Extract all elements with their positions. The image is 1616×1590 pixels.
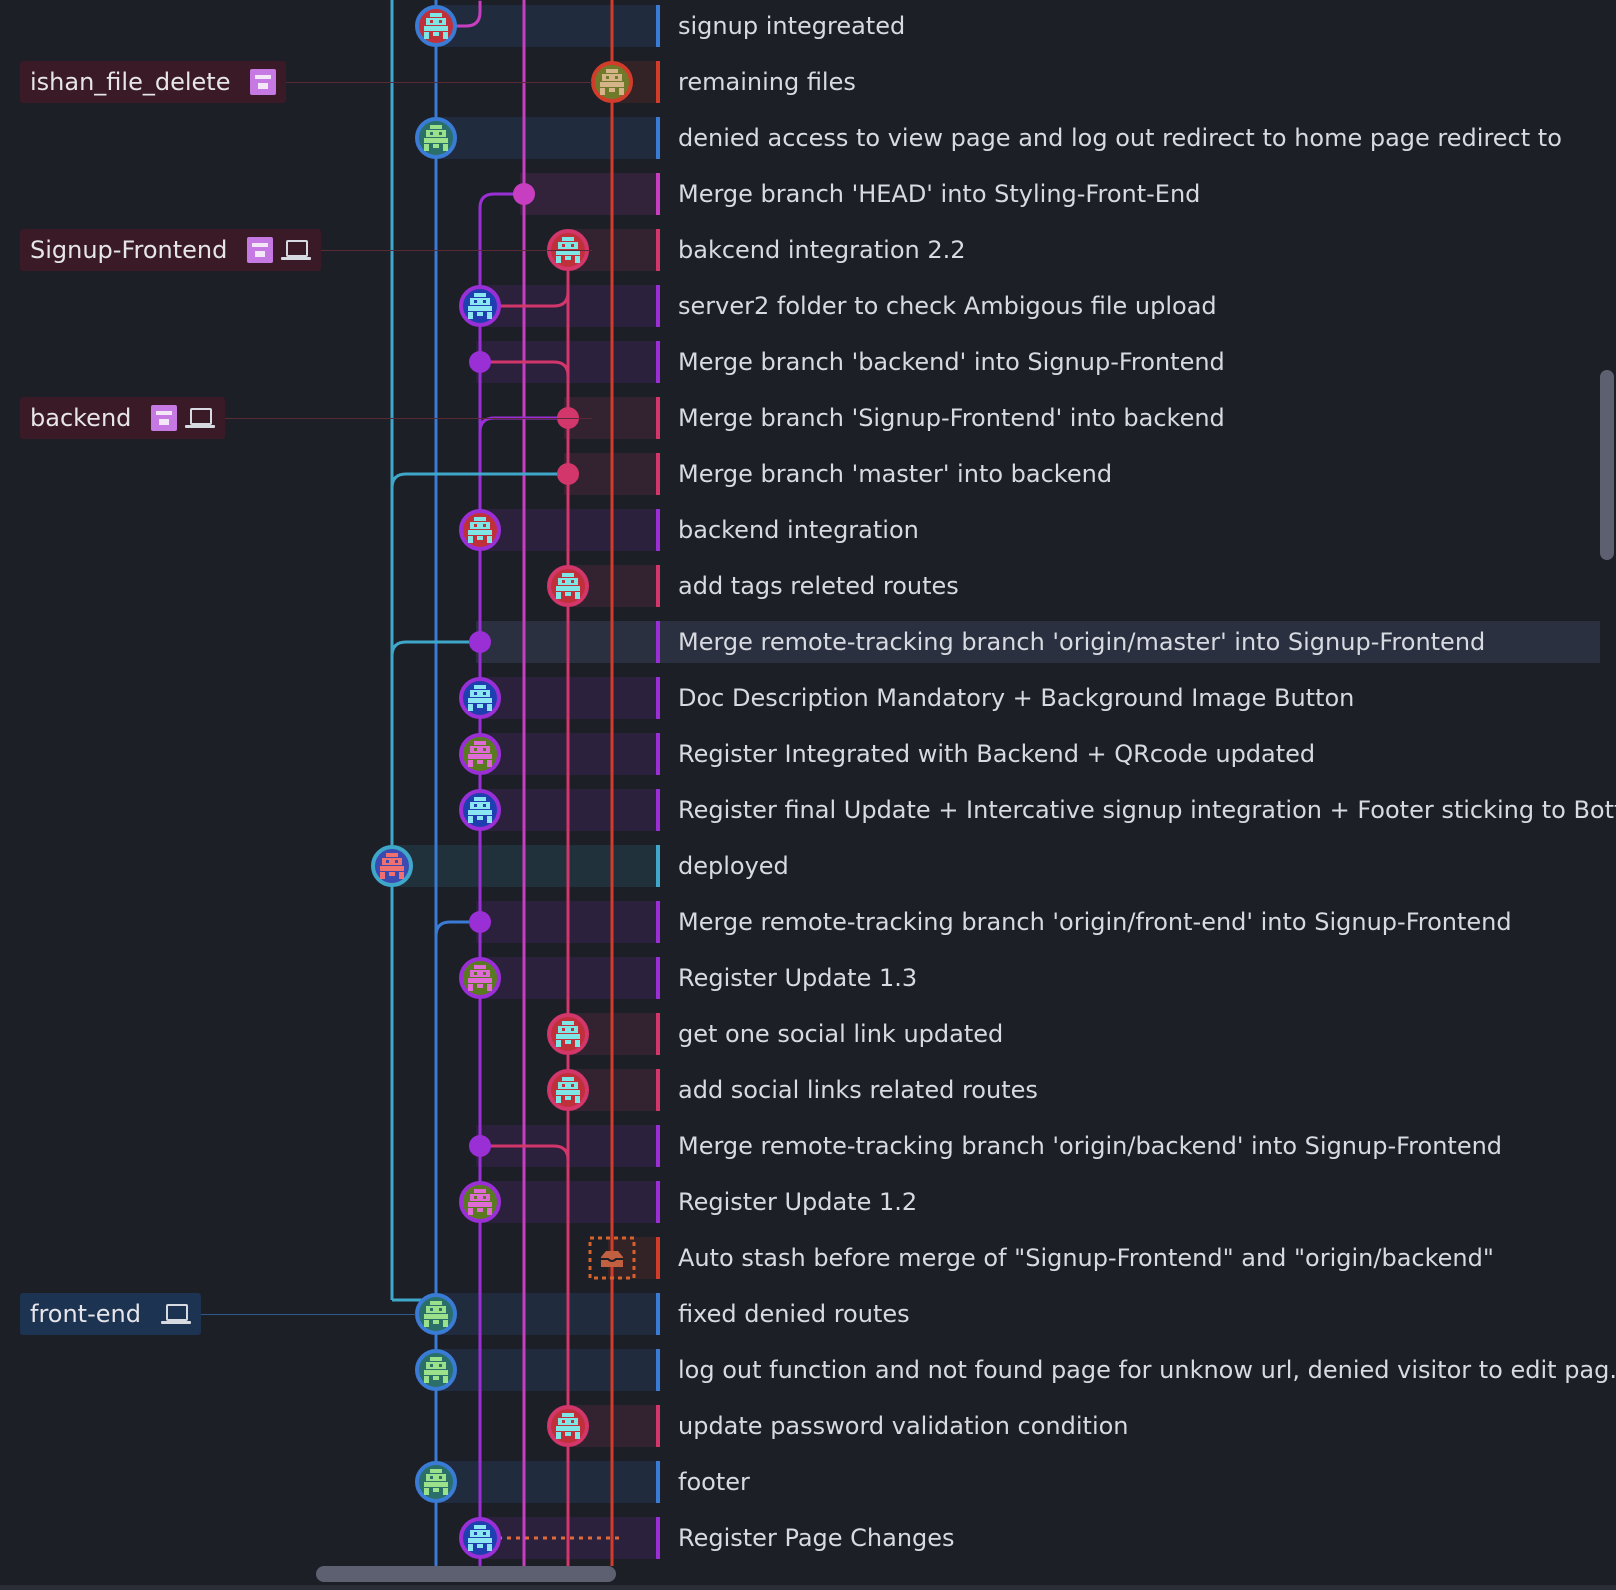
branch-name: Signup-Frontend [30,236,228,264]
commit-graph-panel: signup integreated remaining files denied … [0,0,1616,1590]
branch-label-connector [201,1314,416,1315]
laptop-icon [185,405,216,431]
commit-avatar-icon[interactable] [459,789,501,831]
branch-label[interactable]: Signup-Frontend [20,229,322,271]
merge-commit-dot [469,351,491,373]
laptop-icon [160,1301,191,1327]
branch-name: front-end [30,1300,141,1328]
branch-label[interactable]: ishan_file_delete [20,61,287,103]
commit-avatar-icon[interactable] [415,5,457,47]
branch-label[interactable]: backend [20,397,226,439]
commit-avatar-icon[interactable] [371,845,413,887]
commit-avatar-icon[interactable] [547,565,589,607]
commit-avatar-icon[interactable] [591,61,633,103]
avatar-icon [151,405,178,431]
branch-name: ishan_file_delete [30,68,231,96]
commit-avatar-icon[interactable] [459,733,501,775]
branch-label-connector [225,418,592,419]
commit-avatar-icon[interactable] [459,1517,501,1559]
vertical-scrollbar[interactable] [1600,370,1614,560]
merge-commit-dot [557,463,579,485]
merge-commit-dot [469,1135,491,1157]
commit-avatar-icon[interactable] [459,957,501,999]
branch-label-connector [321,250,592,251]
commit-avatar-icon[interactable] [415,1349,457,1391]
merge-commit-dot [469,911,491,933]
branch-label-connector [286,82,592,83]
commit-avatar-icon[interactable] [547,1405,589,1447]
merge-commit-dot [513,183,535,205]
horizontal-scrollbar[interactable] [316,1566,616,1582]
commit-avatar-icon[interactable] [547,1069,589,1111]
laptop-icon [281,237,312,263]
merge-commit-dot [469,631,491,653]
commit-avatar-icon[interactable] [415,117,457,159]
commit-avatar-icon[interactable] [547,1013,589,1055]
commit-avatar-icon[interactable] [459,285,501,327]
commit-avatar-icon[interactable] [459,677,501,719]
commit-avatar-icon[interactable] [415,1293,457,1335]
avatar-icon [250,69,277,95]
bottom-edge [0,1585,1616,1590]
commit-avatar-icon[interactable] [459,509,501,551]
branch-name: backend [30,404,132,432]
branch-label[interactable]: front-end [20,1293,201,1335]
avatar-icon [247,237,274,263]
commit-avatar-icon[interactable] [459,1181,501,1223]
commit-avatar-icon[interactable] [415,1461,457,1503]
